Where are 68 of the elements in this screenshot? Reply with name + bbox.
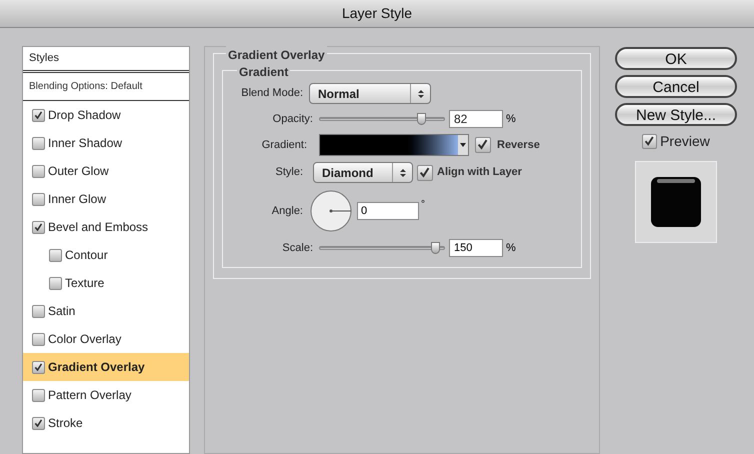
- style-list-item[interactable]: Bevel and Emboss: [23, 213, 189, 241]
- field-label: Style:: [274, 165, 304, 180]
- unit-label: °: [420, 198, 425, 212]
- checkbox[interactable]: [32, 388, 45, 402]
- style-list-item[interactable]: Gradient Overlay: [23, 353, 189, 381]
- dropdown[interactable]: Diamond: [313, 162, 413, 183]
- window-title: Layer Style: [342, 4, 412, 23]
- unit-label: %: [505, 240, 516, 256]
- opacity-field[interactable]: 82: [449, 110, 503, 128]
- checkbox[interactable]: [32, 164, 45, 178]
- dialog-button[interactable]: OK: [615, 47, 737, 70]
- list-header: Styles: [29, 51, 59, 66]
- blending-options-item[interactable]: Blending Options: Default: [29, 79, 142, 94]
- checkbox[interactable]: [642, 134, 658, 149]
- checkbox[interactable]: [32, 220, 45, 234]
- checkbox[interactable]: [32, 108, 45, 122]
- field-label: Scale:: [281, 240, 314, 256]
- style-list-item[interactable]: Contour: [23, 241, 189, 269]
- checkbox[interactable]: [32, 192, 45, 206]
- check-icon: [419, 166, 431, 178]
- style-list-item[interactable]: Stroke: [23, 409, 189, 437]
- checkbox[interactable]: [32, 416, 45, 430]
- checkbox[interactable]: [32, 360, 45, 374]
- style-list-item[interactable]: Outer Glow: [23, 157, 189, 185]
- checkbox[interactable]: [49, 276, 62, 290]
- checkbox-label: Align with Layer: [437, 165, 522, 180]
- dropdown[interactable]: Normal: [309, 83, 431, 104]
- preview-swatch-icon: [650, 176, 702, 228]
- check-icon: [477, 139, 489, 151]
- group-title: Gradient Overlay: [226, 46, 327, 64]
- style-list-item[interactable]: Texture: [23, 269, 189, 297]
- angle-field[interactable]: 0: [357, 202, 419, 220]
- angle-dial-icon: [309, 189, 353, 233]
- slider[interactable]: [319, 113, 445, 125]
- slider[interactable]: [319, 242, 445, 254]
- dropdown-arrow-icon: [460, 143, 466, 147]
- check-icon: [34, 222, 43, 232]
- checkbox[interactable]: [49, 248, 62, 262]
- style-list-item[interactable]: Inner Glow: [23, 185, 189, 213]
- dialog-button[interactable]: Cancel: [615, 75, 737, 98]
- check-icon: [34, 418, 43, 428]
- check-icon: [34, 362, 43, 372]
- unit-label: %: [505, 112, 516, 127]
- style-list-item[interactable]: Satin: [23, 297, 189, 325]
- checkbox[interactable]: [32, 136, 45, 150]
- field-label: Gradient:: [260, 138, 308, 153]
- style-list-item[interactable]: Inner Shadow: [23, 129, 189, 157]
- checkbox[interactable]: [475, 137, 491, 153]
- style-list-item[interactable]: Color Overlay: [23, 325, 189, 353]
- slider-thumb[interactable]: [431, 242, 440, 254]
- checkbox-label: Reverse: [497, 138, 540, 153]
- checkbox[interactable]: [32, 332, 45, 346]
- stepper-icon: [418, 88, 424, 98]
- field-label: Angle:: [270, 204, 304, 219]
- dialog-button[interactable]: New Style...: [615, 103, 737, 126]
- checkbox-label: Preview: [660, 132, 710, 151]
- slider-thumb[interactable]: [417, 113, 426, 125]
- stepper-icon: [400, 168, 406, 178]
- field-label: Opacity:: [272, 112, 314, 127]
- gradient-picker[interactable]: [319, 134, 469, 156]
- check-icon: [644, 136, 655, 147]
- field-label: Blend Mode:: [240, 86, 304, 102]
- checkbox[interactable]: [32, 304, 45, 318]
- check-icon: [34, 110, 43, 120]
- checkbox[interactable]: [417, 164, 433, 180]
- scale-field[interactable]: 150: [449, 239, 503, 257]
- style-list-item[interactable]: Drop Shadow: [23, 101, 189, 129]
- style-list-item[interactable]: Pattern Overlay: [23, 381, 189, 409]
